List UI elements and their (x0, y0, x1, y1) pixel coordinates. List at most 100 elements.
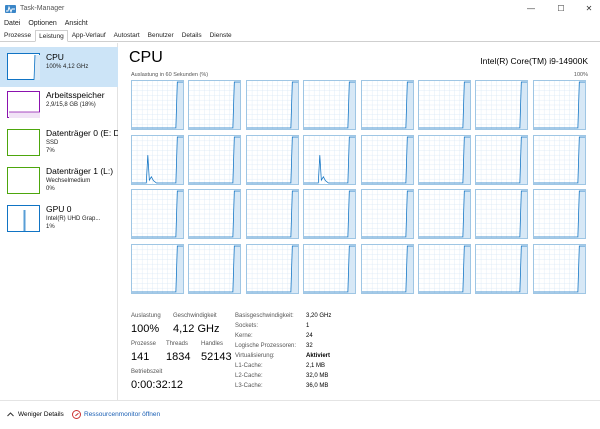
handles-label: Handles (201, 341, 224, 347)
tab-prozesse[interactable]: Prozesse (0, 29, 35, 41)
processor-graph-1 (188, 80, 242, 130)
uptime-value: 0:00:32:12 (131, 379, 183, 391)
processor-graph-21 (418, 189, 471, 239)
cpu-thumbnail (7, 53, 40, 81)
threads-value: 1834 (166, 351, 191, 363)
page-title: CPU (129, 49, 163, 66)
utilization-value: 100% (131, 323, 160, 335)
processor-graph-12 (360, 134, 414, 185)
minimize-button[interactable]: — (516, 0, 546, 17)
fewer-details-label: Weniger Details (18, 411, 64, 418)
processor-graph-4 (360, 80, 414, 130)
sidebar-item-disk0[interactable]: Datenträger 0 (E: D SSD 7% (0, 123, 118, 163)
tab-bar: Prozesse Leistung App-Verlauf Autostart … (0, 29, 600, 42)
sidebar-disk1-usage: 0% (46, 186, 55, 192)
processor-graph-31 (532, 243, 586, 294)
processor-graph-17 (188, 189, 242, 239)
sidebar-memory-title: Arbeitsspeicher (46, 90, 105, 100)
processor-graph-15 (532, 134, 586, 185)
tab-app-verlauf[interactable]: App-Verlauf (68, 29, 110, 41)
close-button[interactable]: ✕ (574, 0, 600, 17)
sidebar-gpu-title: GPU 0 (46, 204, 72, 214)
utilization-label: Auslastung (131, 313, 161, 319)
logical-processors-label: Logische Prozessoren: (235, 343, 297, 349)
tab-autostart[interactable]: Autostart (110, 29, 144, 41)
base-speed-value: 3,20 GHz (306, 313, 332, 319)
processor-graph-22 (475, 189, 529, 239)
processor-graph-13 (418, 134, 471, 185)
processor-graph-2 (245, 80, 299, 130)
maximize-button[interactable]: ☐ (546, 0, 576, 17)
speed-label: Geschwindigkeit (173, 313, 217, 319)
sidebar-item-cpu[interactable]: CPU 100% 4,12 GHz (0, 47, 118, 87)
graph-caption: Auslastung in 60 Sekunden (%) (131, 72, 209, 78)
l2-cache-value: 32,0 MB (306, 373, 329, 379)
title-bar: Task-Manager — ☐ ✕ (0, 0, 600, 17)
virtualization-value: Aktiviert (306, 353, 331, 359)
chevron-up-icon (6, 410, 15, 419)
sidebar-item-disk1[interactable]: Datenträger 1 (L:) Wechselmedium 0% (0, 161, 118, 201)
logical-processor-graphs (131, 80, 588, 339)
processor-graph-14 (475, 134, 529, 185)
speed-value: 4,12 GHz (173, 323, 220, 335)
l3-cache-label: L3-Cache: (235, 383, 263, 389)
processor-graph-3 (303, 80, 357, 130)
processor-graph-27 (303, 243, 357, 294)
processor-graph-24 (131, 243, 184, 294)
processor-graph-18 (245, 189, 299, 239)
sidebar-disk0-title: Datenträger 0 (E: D (46, 128, 118, 138)
sidebar-gpu-model: Intel(R) UHD Grap... (46, 216, 101, 222)
processor-graph-10 (245, 134, 299, 185)
logical-processors-value: 32 (306, 343, 313, 349)
sidebar-disk0-type: SSD (46, 140, 59, 146)
graph-max-label: 100% (573, 72, 588, 78)
processor-graph-23 (532, 189, 586, 239)
menu-datei[interactable]: Datei (0, 20, 24, 27)
tab-dienste[interactable]: Dienste (206, 29, 236, 41)
sidebar-disk0-usage: 7% (46, 148, 55, 154)
cpu-model-name: Intel(R) Core(TM) i9-14900K (480, 56, 588, 66)
cores-value: 24 (306, 333, 313, 339)
sidebar-disk1-title: Datenträger 1 (L:) (46, 166, 114, 176)
sidebar-item-gpu0[interactable]: GPU 0 Intel(R) UHD Grap... 1% (0, 199, 118, 239)
processor-graph-26 (245, 243, 299, 294)
l3-cache-value: 36,0 MB (306, 383, 329, 389)
sidebar-gpu-usage: 1% (46, 224, 55, 230)
tab-details[interactable]: Details (178, 29, 206, 41)
disk1-thumbnail (7, 167, 40, 194)
processor-graph-20 (360, 189, 414, 239)
base-speed-label: Basisgeschwindigkeit: (235, 313, 294, 319)
cores-label: Kerne: (235, 333, 253, 339)
l1-cache-label: L1-Cache: (235, 363, 263, 369)
memory-thumbnail (7, 91, 40, 118)
resource-monitor-icon (72, 410, 81, 419)
menu-ansicht[interactable]: Ansicht (61, 20, 92, 27)
menu-optionen[interactable]: Optionen (24, 20, 60, 27)
footer-bar: Weniger Details Ressourcenmonitor öffnen (0, 400, 600, 429)
task-manager-icon (5, 4, 16, 13)
processor-graph-6 (475, 80, 529, 130)
disk0-thumbnail (7, 129, 40, 156)
sockets-value: 1 (306, 323, 310, 329)
threads-label: Threads (166, 341, 189, 347)
window-title: Task-Manager (20, 5, 65, 12)
processor-graph-0 (131, 80, 184, 130)
sidebar-item-memory[interactable]: Arbeitsspeicher 2,9/15,8 GB (18%) (0, 85, 118, 125)
processor-graph-11 (303, 134, 357, 185)
tab-benutzer[interactable]: Benutzer (144, 29, 178, 41)
tab-leistung[interactable]: Leistung (35, 30, 68, 42)
resource-monitor-link[interactable]: Ressourcenmonitor öffnen (72, 410, 160, 419)
sidebar-cpu-sub: 100% 4,12 GHz (46, 64, 89, 70)
uptime-label: Betriebszeit (131, 369, 163, 375)
sockets-label: Sockets: (235, 323, 259, 329)
processor-graph-8 (131, 134, 184, 185)
processes-label: Prozesse (131, 341, 157, 347)
sidebar-cpu-title: CPU (46, 52, 64, 62)
fewer-details-button[interactable]: Weniger Details (6, 410, 64, 419)
processor-graph-7 (532, 80, 586, 130)
processor-graph-29 (418, 243, 471, 294)
processor-graph-25 (188, 243, 242, 294)
resource-sidebar: CPU 100% 4,12 GHz Arbeitsspeicher 2,9/15… (0, 43, 118, 400)
sidebar-disk1-type: Wechselmedium (46, 178, 91, 184)
processor-graph-19 (303, 189, 357, 239)
